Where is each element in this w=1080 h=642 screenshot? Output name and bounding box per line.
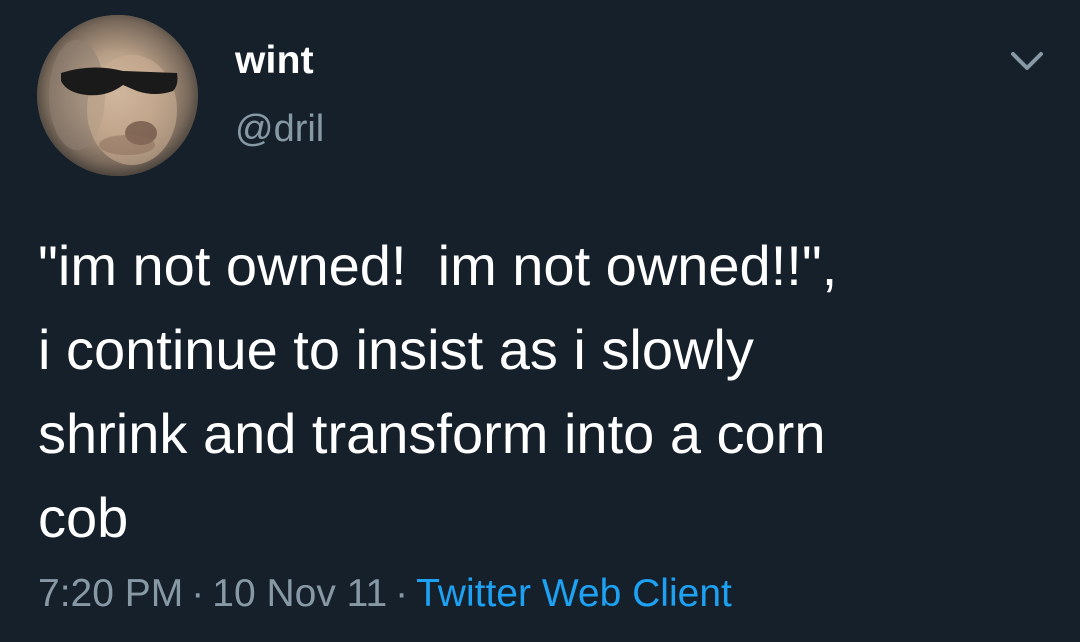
tweet-metadata: 7:20 PM · 10 Nov 11 · Twitter Web Client: [38, 568, 732, 620]
tweet-detail: wint @dril "im not owned! im not owned!!…: [0, 0, 1080, 642]
tweet-time[interactable]: 7:20 PM: [38, 572, 183, 615]
tweet-date[interactable]: 10 Nov 11: [212, 572, 387, 615]
tweet-source-link[interactable]: Twitter Web Client: [416, 572, 732, 615]
chevron-down-icon[interactable]: [1008, 46, 1046, 76]
display-name[interactable]: wint: [235, 38, 324, 84]
avatar-image: [37, 15, 198, 176]
user-handle[interactable]: @dril: [235, 107, 324, 151]
author-names: wint @dril: [235, 38, 324, 151]
tweet-text: "im not owned! im not owned!!", i contin…: [38, 234, 838, 549]
meta-separator: ·: [395, 572, 409, 615]
avatar[interactable]: [37, 15, 198, 176]
meta-separator: ·: [191, 572, 205, 615]
